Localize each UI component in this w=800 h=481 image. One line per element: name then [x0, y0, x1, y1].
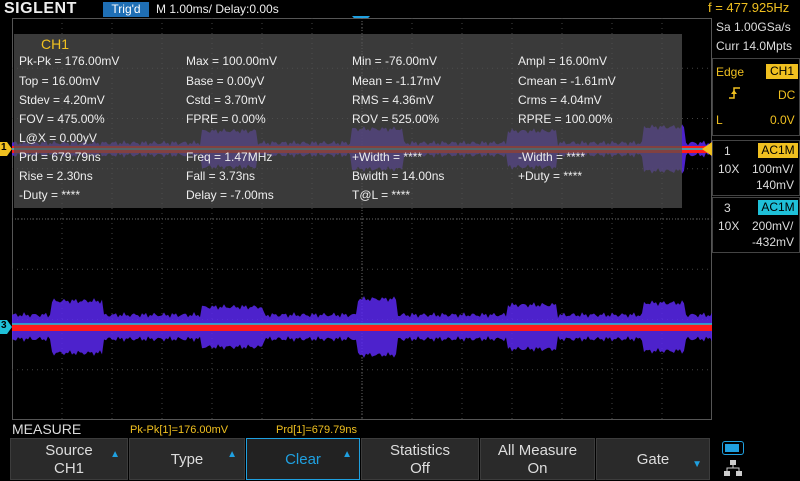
network-icon [724, 460, 742, 481]
ch3-offset-marker[interactable]: 3 [0, 320, 12, 334]
measurement-value: +Width = **** [352, 150, 423, 164]
measurement-value: Rise = 2.30ns [19, 169, 93, 183]
measurement-value: Top = 16.00mV [19, 74, 101, 88]
measurement-value: -Width = **** [518, 150, 586, 164]
trigger-type: Edge [716, 65, 745, 79]
ch1-offset-marker[interactable]: 1 [0, 142, 12, 156]
measurement-value: FOV = 475.00% [19, 112, 105, 126]
measurement-value: Crms = 4.04mV [518, 93, 602, 107]
measurement-value: -Duty = **** [19, 188, 81, 202]
ch1-scale: 100mV/ [752, 162, 794, 176]
type-softkey[interactable]: Type ▲ [129, 438, 245, 480]
rising-edge-icon [728, 86, 742, 105]
measurement-value: Max = 100.00mV [186, 54, 278, 68]
measurement-value: Ampl = 16.00mV [518, 54, 608, 68]
measurement-value: RPRE = 100.00% [518, 112, 613, 126]
measurement-value: Delay = -7.00ms [186, 188, 274, 202]
measurement-value: Bwidth = 14.00ns [352, 169, 445, 183]
measurement-value: L@X = 0.00yV [19, 131, 97, 145]
ch3-trace-center-band [12, 324, 712, 331]
usb-storage-icon [722, 441, 744, 455]
statistics-softkey-label: Statistics [389, 442, 450, 459]
measurement-value: Stdev = 4.20mV [19, 93, 105, 107]
timebase-readout: M 1.00ms/ Delay:0.00s [156, 2, 279, 16]
measurement-value: Min = -76.00mV [352, 54, 438, 68]
ch3-number: 3 [724, 201, 731, 215]
down-arrow-icon: ▼ [692, 459, 702, 470]
trigger-status-badge: Trig'd [103, 2, 149, 17]
measurement-value: Mean = -1.17mV [352, 74, 442, 88]
menu-title: MEASURE [12, 421, 82, 437]
measurement-value: Freq = 1.47MHz [186, 150, 273, 164]
trigger-level-marker-icon[interactable] [702, 142, 712, 156]
statistics-softkey-value: Off [410, 460, 430, 477]
ch1-probe: 10X [718, 162, 740, 176]
quick-measure-prd: Prd[1]=679.79ns [276, 424, 358, 436]
ch3-marker-label: 3 [1, 320, 7, 331]
trigger-level-label: L [716, 113, 723, 127]
all-measure-softkey-label: All Measure [497, 442, 578, 459]
source-softkey[interactable]: Source CH1 ▲ [10, 438, 128, 480]
ch3-coupling-badge: AC1M [758, 200, 798, 215]
measurement-value: T@L = **** [352, 188, 411, 202]
ch1-number: 1 [724, 144, 731, 158]
measurement-value: +Duty = **** [518, 169, 583, 183]
trigger-source-badge: CH1 [766, 64, 798, 79]
brand-logo: SIGLENT [4, 0, 77, 17]
measurement-value: Prd = 679.79ns [19, 150, 101, 164]
all-measure-softkey-value: On [527, 460, 548, 477]
measurement-value: Cstd = 3.70mV [186, 93, 266, 107]
gate-softkey[interactable]: Gate ▼ [596, 438, 710, 480]
measurement-value: Cmean = -1.61mV [518, 74, 616, 88]
trigger-coupling: DC [778, 88, 796, 102]
frequency-counter: f = 477.925Hz [708, 0, 790, 15]
sample-rate: Sa 1.00GSa/s [716, 20, 791, 34]
measurement-value: FPRE = 0.00% [186, 112, 266, 126]
all-measure-softkey[interactable]: All Measure On [480, 438, 595, 480]
trigger-level-value: 0.0V [770, 113, 795, 127]
up-arrow-icon: ▲ [227, 449, 237, 460]
source-softkey-value: CH1 [53, 460, 84, 477]
memory-depth: Curr 14.0Mpts [716, 39, 793, 53]
ch3-offset: -432mV [752, 235, 795, 249]
measurement-value: ROV = 525.00% [352, 112, 440, 126]
statistics-softkey[interactable]: Statistics Off [361, 438, 479, 480]
quick-measure-pkpk: Pk-Pk[1]=176.00mV [130, 424, 229, 436]
measurement-value: Pk-Pk = 176.00mV [19, 54, 120, 68]
ch1-coupling-badge: AC1M [758, 143, 798, 158]
up-arrow-icon: ▲ [110, 449, 120, 460]
ch3-scale: 200mV/ [752, 219, 794, 233]
ch3-probe: 10X [718, 219, 740, 233]
ch1-offset: 140mV [756, 178, 795, 192]
measurement-value: Base = 0.00yV [186, 74, 265, 88]
measurement-panel: CH1 Pk-Pk = 176.00mV Max = 100.00mV Min = … [14, 34, 682, 208]
clear-softkey[interactable]: Clear ▲ [246, 438, 360, 480]
up-arrow-icon: ▲ [342, 449, 352, 460]
measurement-value: Fall = 3.73ns [186, 169, 256, 183]
measurement-source-label: CH1 [41, 36, 70, 52]
ch1-marker-label: 1 [1, 142, 7, 153]
measurement-value: RMS = 4.36mV [352, 93, 434, 107]
